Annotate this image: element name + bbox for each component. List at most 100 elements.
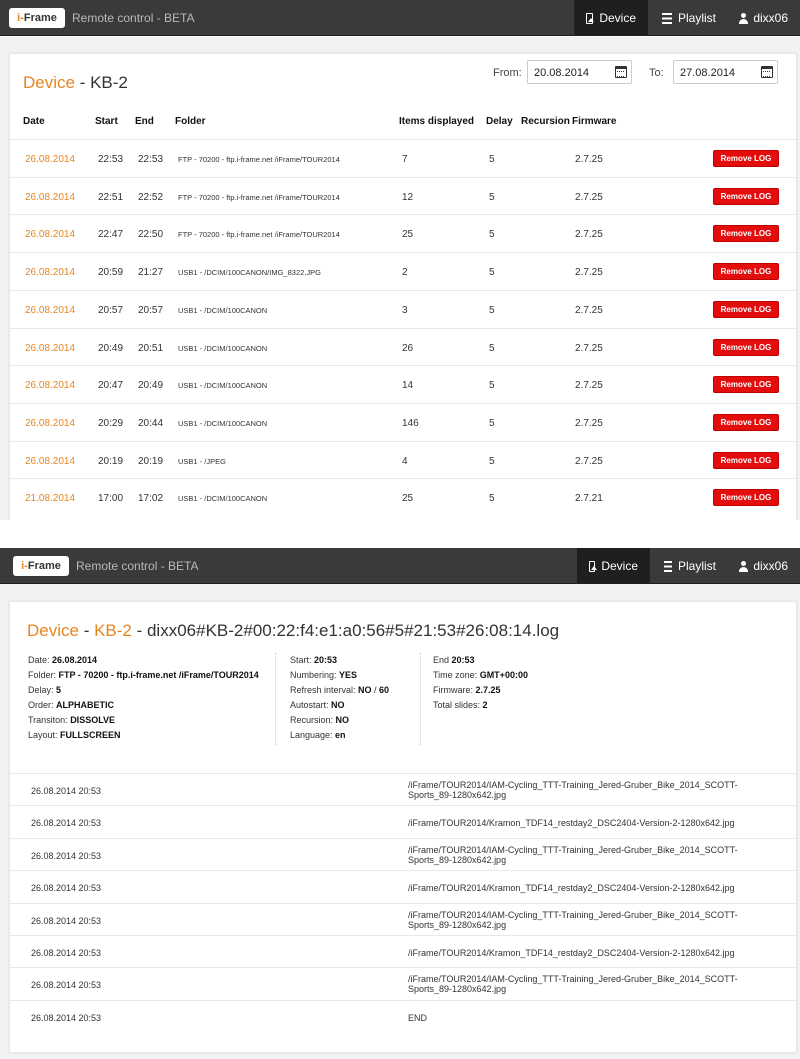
- info-line: Date: 26.08.2014: [28, 653, 278, 668]
- cell-date[interactable]: 26.08.2014: [25, 229, 75, 240]
- logo-prefix: i-: [21, 560, 28, 572]
- nav-device-label: Device: [601, 559, 638, 573]
- logo[interactable]: i- Frame: [13, 556, 69, 576]
- info-label: Refresh interval:: [290, 685, 359, 695]
- info-value: 20:53: [451, 655, 475, 665]
- info-line: Language: en: [290, 728, 420, 743]
- remove-log-button[interactable]: Remove LOG: [713, 338, 779, 356]
- info-value: FULLSCREEN: [60, 730, 121, 740]
- cell-date[interactable]: 26.08.2014: [25, 343, 75, 354]
- cell-end: 22:53: [138, 154, 164, 165]
- remove-log-button[interactable]: Remove LOG: [713, 413, 779, 431]
- cell-date[interactable]: 26.08.2014: [25, 305, 75, 316]
- info-value: FTP - 70200 - ftp.i-frame.net /iFrame/TO…: [58, 670, 259, 680]
- col-folder: Folder: [175, 116, 206, 127]
- cell-date[interactable]: 26.08.2014: [25, 267, 75, 278]
- col-recursion: Recursion: [521, 116, 570, 127]
- table-row: 26.08.2014 22:51 22:52 FTP - 70200 - ftp.i-…: [10, 176, 796, 215]
- entry-path: /iFrame/TOUR2014/Kramon_TDF14_restday2_D…: [408, 818, 735, 829]
- remove-log-button[interactable]: Remove LOG: [713, 300, 779, 318]
- remove-log-button[interactable]: Remove LOG: [713, 376, 779, 394]
- remove-log-button[interactable]: Remove LOG: [713, 150, 779, 167]
- logo[interactable]: i- Frame: [9, 8, 65, 28]
- remove-log-button[interactable]: Remove LOG: [713, 451, 779, 469]
- info-value: YES: [339, 670, 358, 680]
- info-label: Transiton:: [28, 715, 71, 725]
- nav-device[interactable]: Device: [574, 0, 648, 36]
- cell-end: 20:49: [138, 380, 164, 392]
- remove-log-button[interactable]: Remove LOG: [713, 225, 779, 243]
- cell-firmware: 2.7.21: [575, 493, 603, 505]
- info-value: 20:53: [314, 655, 338, 665]
- nav-playlist[interactable]: Playlist: [650, 0, 728, 36]
- user-icon: [738, 560, 749, 572]
- entry-path: /iFrame/TOUR2014/Kramon_TDF14_restday2_D…: [408, 883, 735, 894]
- table-row: 26.08.2014 20:47 20:49 USB1 - /DCIM/100CANO…: [10, 365, 796, 403]
- entry-path: END: [408, 1012, 428, 1023]
- list-item: 26.08.2014 20:53/iFrame/TOUR2014/IAM-Cyc…: [10, 967, 796, 1000]
- cell-delay: 5: [489, 417, 495, 429]
- cell-end: 17:02: [138, 493, 164, 505]
- cell-date[interactable]: 26.08.2014: [25, 192, 75, 203]
- nav-device[interactable]: Device: [577, 548, 650, 584]
- cell-date[interactable]: 26.08.2014: [25, 418, 75, 429]
- remove-log-button[interactable]: Remove LOG: [713, 489, 779, 507]
- nav-user[interactable]: dixx06: [726, 0, 800, 36]
- cell-end: 22:50: [138, 229, 164, 241]
- image-icon: [589, 560, 598, 572]
- log-info-col1: Date: 26.08.2014 Folder: FTP - 70200 - ft…: [28, 653, 278, 743]
- info-line: Recursion: NO: [290, 713, 420, 728]
- cell-folder: FTP - 70200 - ftp.i-frame.net /iFrame/TO…: [178, 192, 340, 202]
- info-value: GMT+00:00: [479, 670, 528, 680]
- cell-date[interactable]: 21.08.2014: [25, 493, 75, 504]
- cell-firmware: 2.7.25: [575, 417, 603, 429]
- cell-date[interactable]: 26.08.2014: [25, 154, 75, 165]
- log-detail-panel: Device - KB-2 - dixx06#KB-2#00:22:f4:e1:…: [9, 601, 797, 1053]
- from-date-value: 20.08.2014: [534, 67, 590, 79]
- cell-firmware: 2.7.25: [575, 267, 603, 279]
- entry-path: /iFrame/TOUR2014/IAM-Cycling_TTT-Trainin…: [408, 844, 738, 865]
- cell-start: 17:00: [98, 493, 124, 505]
- cell-end: 20:44: [138, 417, 164, 429]
- list-item: 26.08.2014 20:53 END: [10, 999, 796, 1033]
- cell-end: 22:52: [138, 191, 164, 203]
- from-label: From:: [493, 67, 522, 79]
- cell-items: 3: [402, 304, 408, 316]
- table-row: 26.08.2014 20:29 20:44 USB1 - /DCIM/100CANO…: [10, 402, 796, 441]
- col-start: Start: [95, 116, 118, 127]
- info-line: Folder: FTP - 70200 - ftp.i-frame.net /i…: [28, 668, 278, 683]
- user-icon: [738, 12, 749, 24]
- cell-start: 20:59: [98, 267, 124, 279]
- remove-log-button[interactable]: Remove LOG: [713, 187, 779, 205]
- info-line: Numbering: YES: [290, 668, 420, 683]
- info-line: Firmware: 2.7.25: [433, 683, 573, 698]
- info-value: NO: [358, 685, 372, 695]
- list-icon: [662, 12, 672, 24]
- to-date-input[interactable]: 27.08.2014: [673, 60, 778, 84]
- from-date-input[interactable]: 20.08.2014: [527, 60, 632, 84]
- cell-end: 21:27: [138, 267, 164, 279]
- nav-playlist[interactable]: Playlist: [652, 548, 728, 584]
- cell-start: 20:57: [98, 304, 124, 316]
- table-row: 26.08.2014 20:19 20:19 USB1 - /JPEG 4 5 2.7.25…: [10, 440, 796, 479]
- calendar-icon[interactable]: [615, 66, 627, 78]
- nav-playlist-label: Playlist: [677, 11, 716, 25]
- app-title: Remote control - BETA: [76, 559, 199, 573]
- col-delay: Delay: [486, 116, 513, 127]
- calendar-icon[interactable]: [761, 66, 773, 78]
- cell-delay: 5: [489, 191, 495, 203]
- cell-date[interactable]: 26.08.2014: [25, 380, 75, 391]
- info-label: Language:: [290, 730, 336, 740]
- remove-log-button[interactable]: Remove LOG: [713, 263, 779, 281]
- info-extra: 60: [379, 685, 390, 695]
- table-row: 26.08.2014 22:53 22:53 FTP - 70200 - ftp.i-…: [10, 139, 796, 177]
- info-label: Folder:: [28, 670, 59, 680]
- info-label: Date:: [28, 655, 53, 665]
- cell-date[interactable]: 26.08.2014: [25, 456, 75, 467]
- info-line: Refresh interval: NO / 60: [290, 683, 420, 698]
- bottom-navbar: i- Frame Remote control - BETA Device Pla…: [0, 548, 800, 584]
- info-label: Autostart:: [290, 700, 332, 710]
- nav-user[interactable]: dixx06: [726, 548, 800, 584]
- entry-path: /iFrame/TOUR2014/IAM-Cycling_TTT-Trainin…: [408, 909, 738, 930]
- info-label: Firmware:: [433, 685, 476, 695]
